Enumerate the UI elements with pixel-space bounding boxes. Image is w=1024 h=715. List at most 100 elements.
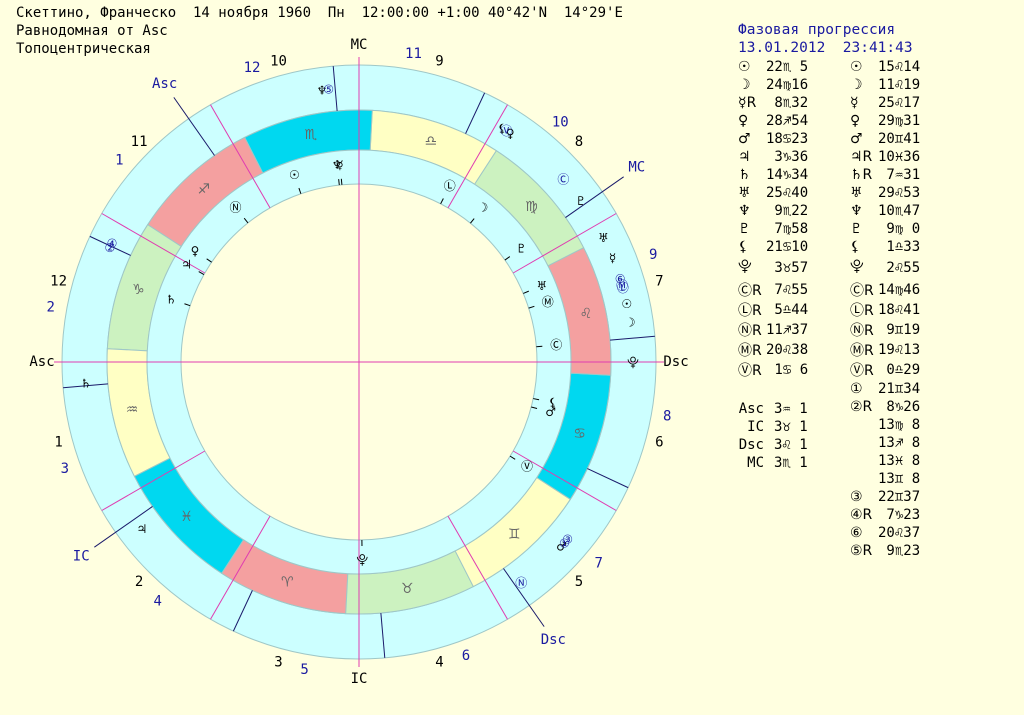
zodiac-sign-glyph: ♌ <box>580 306 593 322</box>
progressed-planet-glyph: ☽ <box>625 315 636 329</box>
body-position: 21♊34 <box>878 381 921 397</box>
natal-axis-label: MC <box>351 37 368 53</box>
body-symbol: ♀ <box>738 113 749 129</box>
natal-planet-glyph: ♅ <box>536 279 547 293</box>
body-position: 22♏ 5 <box>766 59 809 75</box>
body-position: 1♎33 <box>878 239 921 255</box>
body-symbol: ♂ <box>738 131 751 147</box>
natal-planet-glyph: ♇ <box>516 242 527 256</box>
angle-row: Dsc 3♌ 1 <box>718 436 808 454</box>
natal-house-number: 12 <box>50 274 67 290</box>
progressed-position-row: ♂ 20♊41 <box>850 130 920 148</box>
progressed-house-number: 3 <box>61 461 69 477</box>
progressed-house-number: 4 <box>154 594 162 610</box>
zodiac-sign-glyph: ♋ <box>573 426 586 442</box>
body-position: 11♐37 <box>766 322 809 338</box>
natal-planet-glyph: ♆ <box>332 158 343 172</box>
natal-position-row: ⓃR 11♐37 <box>738 320 808 340</box>
progressed-position-row: ⒸR 14♍46 <box>850 280 920 300</box>
body-position: 18♋23 <box>766 131 809 147</box>
progressed-position-row: ☉ 15♌14 <box>850 58 920 76</box>
progressed-house-number: 2 <box>47 300 55 316</box>
natal-house-number: 5 <box>575 574 583 590</box>
progressed-position-row: ⓁR 18♌41 <box>850 300 920 320</box>
natal-position-row: ♇ 7♍58 <box>738 220 808 238</box>
body-symbol: ☽ <box>738 77 751 93</box>
body-symbol <box>850 452 878 470</box>
body-symbol: ⚸ <box>850 239 861 255</box>
progressed-planet-glyph: ④ <box>107 236 118 250</box>
progressed-position-row: ④R 7♑23 <box>850 506 920 524</box>
progressed-position-row: ⯓ 2♌55 <box>850 256 920 280</box>
progressed-position-row: ♀ 29♍31 <box>850 112 920 130</box>
natal-planet-glyph: Ⓝ <box>229 200 241 214</box>
progressed-house-number: 9 <box>649 247 657 263</box>
natal-house-number: 1 <box>54 434 62 450</box>
body-symbol: ⒸR <box>850 283 874 299</box>
body-position: 20♌38 <box>766 342 809 358</box>
progressed-position-row: ⚸ 1♎33 <box>850 238 920 256</box>
body-position: 25♌40 <box>766 185 809 201</box>
progressed-position-row: ♅ 29♌53 <box>850 184 920 202</box>
body-position: 25♌17 <box>878 95 921 111</box>
natal-house-number: 3 <box>274 654 282 670</box>
progressed-house-number: 6 <box>462 648 470 664</box>
body-symbol: ⓋR <box>850 363 874 379</box>
angle-position: 3♉ 1 <box>774 419 808 435</box>
body-symbol: ♄R <box>850 167 873 183</box>
body-position: 13♐ 8 <box>878 435 921 451</box>
body-symbol: ⓂR <box>850 343 874 359</box>
progressed-position-row: ♃R 10♓36 <box>850 148 920 166</box>
zodiac-sign-glyph: ♓ <box>180 509 193 525</box>
natal-planet-glyph: Ⓜ <box>542 295 554 309</box>
natal-position-row: ⓂR 20♌38 <box>738 340 808 360</box>
natal-position-row: ☿R 8♏32 <box>738 94 808 112</box>
zodiac-sign-glyph: ♎ <box>424 133 437 149</box>
progressed-position-row: ☽ 11♌19 <box>850 76 920 94</box>
angle-row: Asc 3♒ 1 <box>718 400 808 418</box>
body-position: 5♎44 <box>766 302 809 318</box>
body-symbol: ④R <box>850 507 873 523</box>
progressed-position-row: ① 21♊34 <box>850 380 920 398</box>
natal-axis-label: Dsc <box>663 354 688 370</box>
body-symbol: ⑤R <box>850 543 873 559</box>
angle-label: IC <box>747 419 764 435</box>
body-position: 7♑23 <box>878 507 921 523</box>
natal-axis-label: IC <box>351 671 368 687</box>
progressed-planet-glyph: ⯓ <box>627 355 639 369</box>
body-symbol: ① <box>850 381 863 397</box>
progressed-position-row: 13♊ 8 <box>850 470 920 488</box>
natal-position-row: ⓋR 1♋ 6 <box>738 360 808 380</box>
zodiac-sign-glyph: ♐ <box>198 182 211 198</box>
natal-house-number: 7 <box>655 274 663 290</box>
natal-position-row: ♂ 18♋23 <box>738 130 808 148</box>
progressed-position-row: ♄R 7♒31 <box>850 166 920 184</box>
natal-position-row: ♆ 9♏22 <box>738 202 808 220</box>
body-symbol: ♇ <box>850 221 863 237</box>
house-system-label: Равнодомная от Asc <box>16 23 168 39</box>
body-symbol: ⓃR <box>738 323 762 339</box>
body-position: 29♍31 <box>878 113 921 129</box>
body-symbol: ③ <box>850 489 863 505</box>
body-symbol: ♇ <box>738 221 751 237</box>
body-symbol: ☉ <box>850 59 863 75</box>
progressed-house-number: 8 <box>663 408 671 424</box>
body-symbol: ⓃR <box>850 323 874 339</box>
natal-house-number: 2 <box>135 574 143 590</box>
progressed-position-row: 13♓ 8 <box>850 452 920 470</box>
angle-position: 3♌ 1 <box>774 437 808 453</box>
body-position: 3♑36 <box>766 149 809 165</box>
body-position: 19♌13 <box>878 342 921 358</box>
progressed-house-number: 7 <box>594 555 602 571</box>
progressed-house-number: 5 <box>300 662 308 678</box>
natal-planet-tick <box>536 345 543 348</box>
body-position: 20♌37 <box>878 525 921 541</box>
body-symbol: ②R <box>850 399 873 415</box>
body-position: 8♏32 <box>766 95 809 111</box>
angle-position: 3♏ 1 <box>774 455 808 471</box>
progressed-planet-glyph: ☿ <box>609 251 616 265</box>
body-symbol: ♃R <box>850 149 873 165</box>
progressed-position-row: ⓂR 19♌13 <box>850 340 920 360</box>
progressed-planet-glyph: Ⓒ <box>557 173 569 187</box>
body-symbol: ⒸR <box>738 283 762 299</box>
